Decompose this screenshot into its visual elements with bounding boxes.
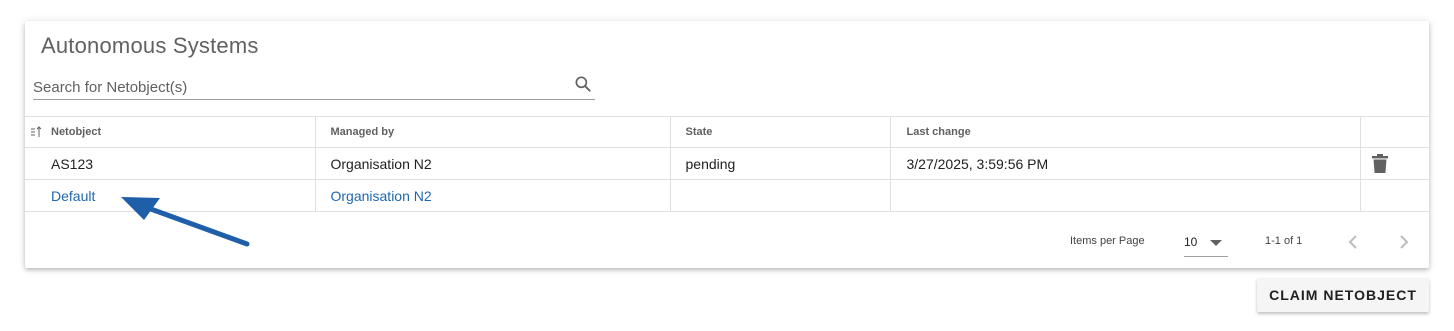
page-range-label: 1-1 of 1 [1265,235,1303,247]
claim-netobject-button[interactable]: CLAIM NETOBJECT [1257,278,1429,312]
cell-managed-by: Organisation N2 [315,147,671,180]
table-header-row: Netobject Managed by State Last change [25,116,1429,148]
page-title: Autonomous Systems [41,33,259,58]
table-row[interactable]: Default Organisation N2 [25,179,1429,212]
search-icon[interactable] [573,74,593,94]
column-header-state[interactable]: State [670,116,891,148]
organisation-link[interactable]: Organisation N2 [331,188,432,204]
items-per-page-label: Items per Page [1070,235,1145,247]
cell-state: pending [670,147,891,180]
column-header-managed-by[interactable]: Managed by [315,116,671,148]
netobject-link[interactable]: Default [51,188,95,204]
cell-actions [1360,179,1429,212]
column-header-netobject[interactable]: Netobject [25,116,316,148]
search-input[interactable] [33,76,553,98]
cell-state [670,179,891,212]
column-header-last-change[interactable]: Last change [890,116,1361,148]
chevron-left-icon[interactable] [1342,230,1366,254]
cell-netobject: Default [25,179,316,212]
cell-actions [1360,147,1429,180]
table-row[interactable]: AS123 Organisation N2 pending 3/27/2025,… [25,147,1429,180]
cell-netobject: AS123 [25,147,316,180]
column-header-actions [1360,116,1429,148]
netobjects-table: Netobject Managed by State Last change A… [25,116,1429,212]
page-size-value: 10 [1184,235,1198,249]
cell-last-change [890,179,1361,212]
caret-down-icon [1210,240,1222,246]
chevron-right-icon[interactable] [1391,230,1415,254]
cell-last-change: 3/27/2025, 3:59:56 PM [890,147,1361,180]
paginator: Items per Page 10 1-1 of 1 [25,226,1429,257]
cell-managed-by: Organisation N2 [315,179,671,212]
autonomous-systems-card: Autonomous Systems Netobject Managed by … [25,21,1429,268]
search-field[interactable] [33,71,595,100]
page-size-select[interactable]: 10 [1184,228,1228,257]
trash-icon[interactable] [1371,154,1388,173]
